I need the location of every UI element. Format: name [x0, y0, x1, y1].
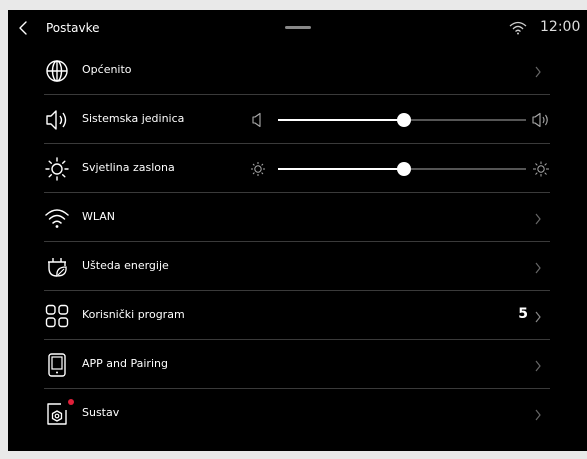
drag-handle[interactable]: [285, 26, 311, 29]
status-bar: Postavke 12:00: [8, 10, 587, 46]
chevron-right-icon: [534, 358, 542, 372]
brightness-track[interactable]: [278, 162, 526, 176]
system-label: Sustav: [82, 406, 120, 419]
page-title: Postavke: [46, 21, 100, 35]
settings-row-energy[interactable]: Ušteda energije: [44, 242, 550, 291]
programs-label: Korisnički program: [82, 308, 185, 321]
settings-row-general[interactable]: Općenito: [44, 46, 550, 95]
brightness-fill: [278, 168, 405, 170]
speaker-icon: [44, 107, 70, 133]
chevron-right-icon: [534, 64, 542, 78]
settings-row-wlan[interactable]: WLAN: [44, 193, 550, 242]
chevron-right-icon: [534, 211, 542, 225]
programs-count: 5: [518, 306, 528, 322]
tablet-icon: [44, 352, 70, 378]
eco-leaf-icon: [44, 254, 70, 280]
volume-track[interactable]: [278, 113, 526, 127]
notification-badge: [68, 399, 74, 405]
volume-fill: [278, 119, 405, 121]
brightness-low-icon: [250, 161, 266, 177]
settings-row-programs[interactable]: Korisnički program 5: [44, 291, 550, 340]
sun-icon: [44, 156, 70, 182]
general-label: Općenito: [82, 63, 132, 76]
chevron-right-icon: [534, 407, 542, 421]
chevron-right-icon: [534, 260, 542, 274]
chevron-right-icon: [534, 309, 542, 323]
settings-row-pairing[interactable]: APP and Pairing: [44, 340, 550, 389]
wifi-icon: [44, 205, 70, 231]
settings-screen: Postavke 12:00 Općenito Sistemska jedini…: [8, 10, 587, 451]
volume-label: Sistemska jedinica: [82, 112, 185, 125]
brightness-label: Svjetlina zaslona: [82, 161, 175, 174]
settings-row-system[interactable]: Sustav: [44, 389, 550, 438]
settings-row-brightness: Svjetlina zaslona: [44, 144, 550, 193]
wifi-status-icon: [509, 20, 527, 35]
back-button[interactable]: [16, 20, 30, 36]
grid-icon: [44, 303, 70, 329]
pairing-label: APP and Pairing: [82, 357, 168, 370]
clock: 12:00: [540, 19, 581, 35]
brightness-high-icon: [532, 161, 550, 177]
brightness-slider[interactable]: [250, 157, 550, 181]
brightness-knob[interactable]: [397, 162, 412, 176]
wlan-label: WLAN: [82, 210, 116, 223]
volume-high-icon: [532, 112, 550, 128]
volume-low-icon: [250, 112, 266, 128]
volume-slider[interactable]: [250, 108, 550, 132]
globe-icon: [44, 58, 70, 84]
system-gear-icon: [44, 399, 74, 427]
volume-knob[interactable]: [397, 113, 412, 127]
energy-label: Ušteda energije: [82, 259, 169, 272]
settings-row-volume: Sistemska jedinica: [44, 95, 550, 144]
chevron-left-icon: [19, 21, 27, 35]
